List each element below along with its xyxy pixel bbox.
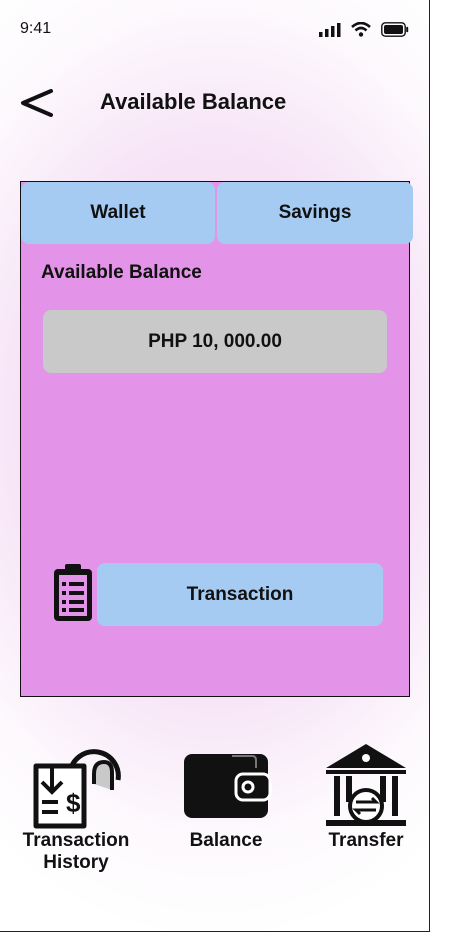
bank-transfer-icon bbox=[326, 744, 406, 826]
balance-label: Available Balance bbox=[41, 262, 202, 283]
clipboard-icon bbox=[54, 564, 92, 621]
nav-label-transfer: Transfer bbox=[328, 830, 404, 851]
nav-transaction-history[interactable]: $ Transaction History bbox=[14, 742, 138, 874]
wallet-icon bbox=[184, 754, 272, 818]
status-icons bbox=[319, 22, 409, 37]
svg-text:$: $ bbox=[66, 788, 81, 818]
phone-screen: 9:41 Available Balance Wallet Savings Av… bbox=[0, 0, 430, 932]
transaction-button[interactable]: Transaction bbox=[97, 563, 383, 626]
tab-wallet[interactable]: Wallet bbox=[21, 182, 215, 244]
battery-icon bbox=[381, 22, 409, 37]
transaction-history-icon: $ bbox=[33, 749, 121, 829]
back-arrow-icon[interactable] bbox=[18, 84, 58, 124]
balance-card: Wallet Savings Available Balance PHP 10,… bbox=[20, 181, 413, 697]
tab-savings[interactable]: Savings bbox=[217, 182, 413, 244]
nav-transfer[interactable]: Transfer bbox=[316, 742, 416, 852]
wifi-icon bbox=[351, 22, 371, 37]
nav-label-balance: Balance bbox=[189, 830, 263, 851]
nav-balance[interactable]: Balance bbox=[170, 742, 282, 852]
page-title: Available Balance bbox=[100, 89, 287, 114]
nav-label-transaction-history: Transaction History bbox=[22, 830, 130, 873]
signal-icon bbox=[319, 22, 341, 37]
status-time: 9:41 bbox=[20, 20, 52, 37]
balance-amount: PHP 10, 000.00 bbox=[43, 310, 387, 373]
